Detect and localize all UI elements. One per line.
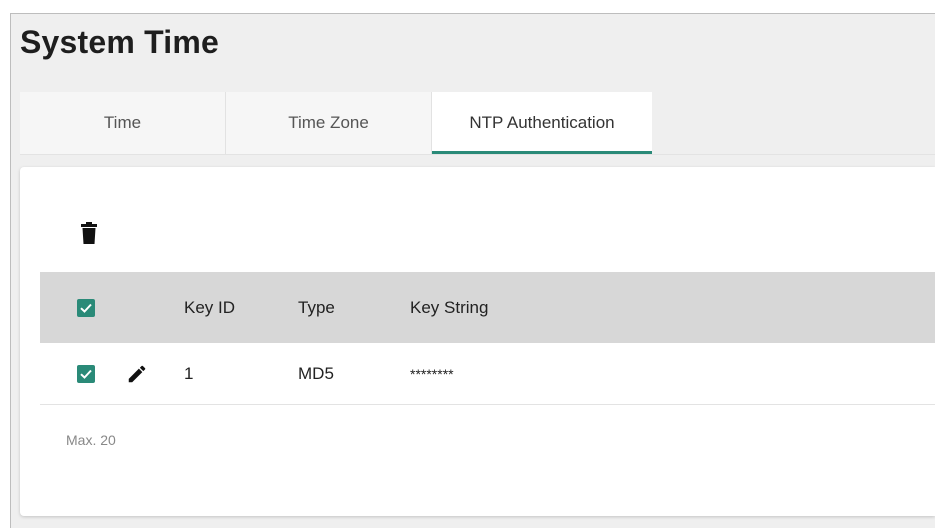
keys-table: Key ID Type Key String 1 MD5 ******** <box>40 272 935 405</box>
cell-type: MD5 <box>298 363 334 383</box>
trash-icon <box>81 222 97 244</box>
tab-bar: Time Time Zone NTP Authentication <box>20 92 652 154</box>
pencil-icon <box>128 365 146 382</box>
max-entries-note: Max. 20 <box>66 432 116 448</box>
cell-key-id: 1 <box>184 363 194 383</box>
cell-key-string: ******** <box>410 366 454 382</box>
check-icon <box>80 303 92 313</box>
table-row: 1 MD5 ******** <box>40 343 935 405</box>
tab-ntp-authentication[interactable]: NTP Authentication <box>432 92 652 154</box>
delete-button[interactable] <box>78 219 100 247</box>
tab-time[interactable]: Time <box>20 92 226 154</box>
table-header: Key ID Type Key String <box>40 272 935 343</box>
app-frame: System Time Time Time Zone NTP Authentic… <box>10 13 935 528</box>
edit-button[interactable] <box>125 362 149 386</box>
tabs-divider <box>20 154 935 155</box>
column-header-type[interactable]: Type <box>298 298 335 318</box>
tab-time-zone[interactable]: Time Zone <box>226 92 432 154</box>
page-title: System Time <box>20 24 220 60</box>
column-header-key-string[interactable]: Key String <box>410 298 488 318</box>
check-icon <box>80 369 92 379</box>
select-all-checkbox[interactable] <box>77 298 95 317</box>
content-card: Key ID Type Key String 1 MD5 ******** Ma… <box>20 167 935 516</box>
row-checkbox[interactable] <box>77 364 95 383</box>
column-header-key-id[interactable]: Key ID <box>184 298 235 318</box>
